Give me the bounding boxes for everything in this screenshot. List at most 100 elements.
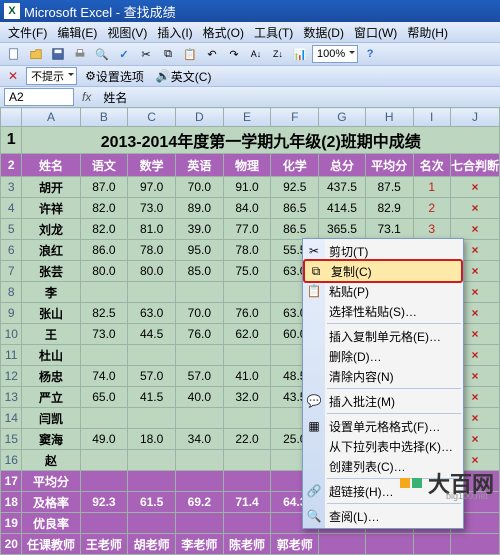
macro-lang-button[interactable]: 🔊英文(C) — [152, 67, 216, 85]
menu-data[interactable]: 数据(D) — [299, 24, 348, 41]
name-cell: 王 — [22, 324, 80, 345]
menu-item[interactable]: ▦设置单元格格式(F)… — [303, 416, 463, 436]
header-row[interactable]: 2 姓名语文数学英语物理化学总分平均分名次七合判断 — [1, 154, 500, 177]
name-cell: 窦海 — [22, 429, 80, 450]
menu-edit[interactable]: 编辑(E) — [53, 24, 101, 41]
table-row[interactable]: 5刘龙82.081.039.077.086.5365.573.13× — [1, 219, 500, 240]
data-cell: 84.0 — [223, 198, 271, 219]
data-cell: 80.0 — [128, 261, 176, 282]
data-cell — [175, 345, 223, 366]
open-icon[interactable] — [26, 44, 46, 64]
data-cell: 414.5 — [319, 198, 366, 219]
name-cell: 刘龙 — [22, 219, 80, 240]
name-cell: 许祥 — [22, 198, 80, 219]
paste-icon[interactable]: 📋 — [180, 44, 200, 64]
menu-item[interactable]: 插入复制单元格(E)… — [303, 326, 463, 346]
data-cell — [175, 408, 223, 429]
menu-item[interactable]: ✂剪切(T) — [303, 241, 463, 261]
macro-settings-button[interactable]: ⚙设置选项 — [81, 67, 148, 85]
name-cell: 严立 — [22, 387, 80, 408]
macro-prompt-combo[interactable]: 不提示 — [26, 67, 77, 85]
copy-icon: ⧉ — [308, 263, 324, 279]
data-cell: 44.5 — [128, 324, 176, 345]
menu-item-label: 清除内容(N) — [329, 368, 394, 385]
table-row[interactable]: 3胡开87.097.070.091.092.5437.587.51× — [1, 177, 500, 198]
data-cell — [223, 408, 271, 429]
data-cell: 70.0 — [175, 303, 223, 324]
name-cell: 闫凯 — [22, 408, 80, 429]
menu-item-label: 插入批注(M) — [329, 393, 395, 410]
menu-format[interactable]: 格式(O) — [199, 24, 248, 41]
menu-item[interactable]: 📋粘贴(P) — [303, 281, 463, 301]
zoom-combo[interactable]: 100% — [312, 45, 358, 63]
data-cell: 85.0 — [175, 261, 223, 282]
menu-item[interactable]: 从下拉列表中选择(K)… — [303, 436, 463, 456]
macro-close-icon[interactable]: ✕ — [4, 67, 22, 85]
data-cell: 86.5 — [271, 219, 319, 240]
name-cell: 李 — [22, 282, 80, 303]
sort-asc-icon[interactable]: A↓ — [246, 44, 266, 64]
menu-view[interactable]: 视图(V) — [103, 24, 151, 41]
data-cell: 57.0 — [175, 366, 223, 387]
watermark-logo-icon — [400, 478, 422, 488]
help-icon[interactable]: ? — [360, 44, 380, 64]
data-cell — [80, 450, 128, 471]
new-icon[interactable] — [4, 44, 24, 64]
menu-item[interactable]: 清除内容(N) — [303, 366, 463, 386]
title-row[interactable]: 12013-2014年度第一学期九年级(2)班期中成绩 — [1, 127, 500, 154]
cut-icon[interactable]: ✂ — [136, 44, 156, 64]
menu-help[interactable]: 帮助(H) — [403, 24, 452, 41]
name-cell: 浪红 — [22, 240, 80, 261]
name-cell: 杜山 — [22, 345, 80, 366]
data-cell: 92.5 — [271, 177, 319, 198]
data-cell: 82.0 — [80, 219, 128, 240]
toolbar: 🔍 ✓ ✂ ⧉ 📋 ↶ ↷ A↓ Z↓ 📊 100% ? — [0, 42, 500, 65]
table-row[interactable]: 4许祥82.073.089.084.086.5414.582.92× — [1, 198, 500, 219]
formula-input[interactable]: 姓名 — [99, 89, 500, 106]
menu-item-label: 从下拉列表中选择(K)… — [329, 438, 453, 455]
fx-icon[interactable]: fx — [82, 90, 91, 104]
data-cell — [128, 408, 176, 429]
menu-item[interactable]: 💬插入批注(M) — [303, 391, 463, 411]
menu-file[interactable]: 文件(F) — [4, 24, 51, 41]
data-cell: 39.0 — [175, 219, 223, 240]
menu-insert[interactable]: 插入(I) — [153, 24, 196, 41]
spell-icon[interactable]: ✓ — [114, 44, 134, 64]
preview-icon[interactable]: 🔍 — [92, 44, 112, 64]
menu-item[interactable]: 删除(D)… — [303, 346, 463, 366]
data-cell: 82.9 — [365, 198, 413, 219]
menu-item[interactable]: ⧉复制(C) — [304, 260, 462, 282]
name-box[interactable]: A2 — [4, 88, 74, 106]
data-cell — [223, 450, 271, 471]
data-cell: 87.5 — [365, 177, 413, 198]
data-cell: 97.0 — [128, 177, 176, 198]
menu-separator — [327, 413, 461, 414]
data-cell: 89.0 — [175, 198, 223, 219]
summary-row[interactable]: 20任课教师王老师胡老师李老师陈老师郭老师 — [1, 534, 500, 555]
data-cell: 63.0 — [128, 303, 176, 324]
data-cell: 86.0 — [80, 240, 128, 261]
judge-cell: × — [450, 198, 499, 219]
title-bar: X Microsoft Excel - 查找成绩 — [0, 0, 500, 22]
menu-separator — [327, 388, 461, 389]
menu-item[interactable]: 选择性粘贴(S)… — [303, 301, 463, 321]
sort-desc-icon[interactable]: Z↓ — [268, 44, 288, 64]
data-cell: 91.0 — [223, 177, 271, 198]
name-cell: 胡开 — [22, 177, 80, 198]
column-headers[interactable]: ABCDEFGHIJ — [1, 108, 500, 127]
cut-icon: ✂ — [306, 243, 322, 259]
paste-icon: 📋 — [306, 283, 322, 299]
data-cell: 73.1 — [365, 219, 413, 240]
copy-icon[interactable]: ⧉ — [158, 44, 178, 64]
menu-item-label: 删除(D)… — [329, 348, 382, 365]
print-icon[interactable] — [70, 44, 90, 64]
menu-window[interactable]: 窗口(W) — [350, 24, 401, 41]
menu-tools[interactable]: 工具(T) — [250, 24, 297, 41]
redo-icon[interactable]: ↷ — [224, 44, 244, 64]
menu-separator — [327, 323, 461, 324]
data-cell — [223, 282, 271, 303]
save-icon[interactable] — [48, 44, 68, 64]
chart-icon[interactable]: 📊 — [290, 44, 310, 64]
menu-item[interactable]: 🔍查阅(L)… — [303, 506, 463, 526]
undo-icon[interactable]: ↶ — [202, 44, 222, 64]
